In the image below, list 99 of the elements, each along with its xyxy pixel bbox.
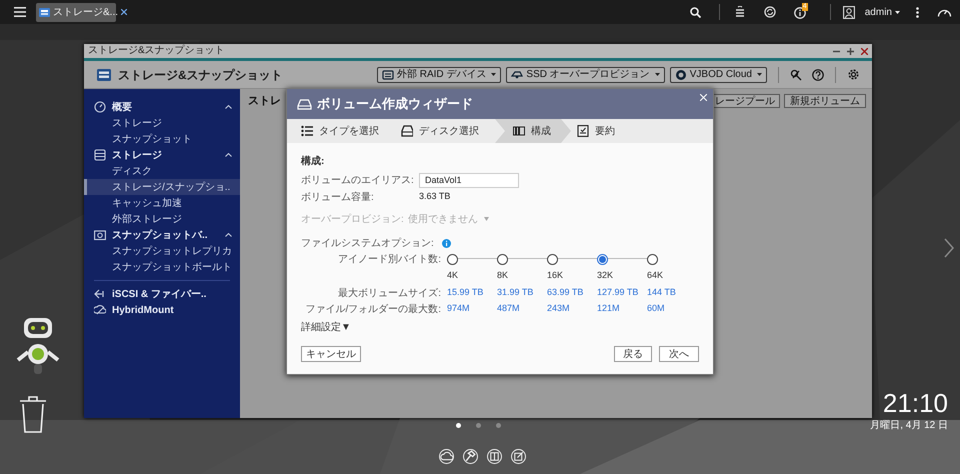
radio-button[interactable] bbox=[547, 254, 558, 264]
sync-icon[interactable] bbox=[764, 6, 776, 18]
hammer-icon[interactable] bbox=[463, 449, 478, 464]
clock-date: 月曜日, 4月 12 日 bbox=[870, 419, 948, 433]
wizard-step[interactable]: 構成 bbox=[495, 119, 571, 143]
cloud-icon bbox=[94, 304, 106, 316]
field-label: ボリュームのエイリアス: bbox=[301, 174, 415, 188]
sidebar-item[interactable]: スナップショットボールト bbox=[84, 259, 240, 275]
max-volume-value: 63.99 TB bbox=[547, 286, 584, 300]
option-label: 16K bbox=[547, 269, 564, 282]
close-icon[interactable] bbox=[861, 48, 868, 54]
caret-icon bbox=[491, 73, 496, 76]
field-label: ファイル/フォルダーの最大数: bbox=[305, 302, 441, 316]
field-label: 最大ボリュームサイズ: bbox=[338, 286, 441, 300]
toolbar-dropdown[interactable]: 外部 RAID デバイス bbox=[376, 66, 502, 82]
cancel-button[interactable]: キャンセル bbox=[301, 346, 361, 362]
edit-icon[interactable] bbox=[511, 449, 526, 464]
help-icon[interactable] bbox=[812, 68, 824, 80]
caret-icon bbox=[895, 10, 900, 14]
trash-icon[interactable] bbox=[18, 394, 48, 434]
wizard-step[interactable]: 要約 bbox=[571, 119, 631, 143]
max-files-value: 487M bbox=[497, 302, 521, 316]
menu-icon[interactable] bbox=[14, 7, 26, 17]
sidebar-group[interactable]: HybridMount bbox=[84, 302, 240, 318]
option-label: 4K bbox=[447, 269, 460, 282]
sidebar-item[interactable]: スナップショット bbox=[84, 131, 240, 147]
back-button[interactable]: 戻る bbox=[614, 346, 652, 362]
arrow-icon bbox=[94, 288, 106, 300]
max-files-value: 243M bbox=[547, 302, 571, 316]
tab-label: ストレージ&... bbox=[53, 6, 118, 20]
max-volume-value: 31.99 TB bbox=[497, 286, 534, 300]
sidebar-item[interactable]: ディスク bbox=[84, 163, 240, 179]
window-title: ストレージ&スナップショット bbox=[88, 45, 225, 57]
sidebar-group[interactable]: 概要 bbox=[84, 99, 240, 115]
field-label: オーバープロビジョン: bbox=[301, 212, 404, 226]
radio-button[interactable] bbox=[447, 254, 458, 264]
gauge-icon bbox=[94, 101, 106, 113]
wizard-step[interactable]: タイプを選択 bbox=[295, 119, 395, 143]
more-icon[interactable] bbox=[916, 6, 919, 18]
sidebar-item[interactable]: ストレージ bbox=[84, 115, 240, 131]
alias-input[interactable]: DataVol1 bbox=[419, 172, 519, 188]
document-icon bbox=[577, 125, 589, 137]
maximize-icon[interactable] bbox=[847, 48, 854, 54]
radio-button[interactable] bbox=[497, 254, 508, 264]
sidebar-item[interactable]: スナップショットレプリカ bbox=[84, 243, 240, 259]
info-icon[interactable] bbox=[794, 7, 806, 19]
tools-icon[interactable] bbox=[790, 68, 802, 80]
sidebar-item[interactable]: キャッシュ加速 bbox=[84, 195, 240, 211]
disc-icon bbox=[674, 68, 687, 80]
option-label: 32K bbox=[597, 269, 614, 282]
cloud-icon[interactable] bbox=[439, 449, 454, 464]
sidebar-item[interactable]: ストレージ/スナップショ.. bbox=[84, 179, 240, 195]
bars-icon bbox=[513, 125, 525, 137]
toolbar-dropdown[interactable]: VJBOD Cloud bbox=[670, 66, 767, 82]
page-indicator[interactable] bbox=[456, 423, 461, 428]
book-icon[interactable] bbox=[487, 449, 502, 464]
option-label: 64K bbox=[647, 269, 664, 282]
next-button[interactable]: 次へ bbox=[659, 346, 699, 362]
user-icon[interactable] bbox=[842, 6, 855, 18]
caret-icon bbox=[757, 73, 762, 76]
camera-icon bbox=[94, 229, 106, 241]
advanced-settings-link[interactable]: 詳細設定▼ bbox=[301, 320, 351, 334]
sidebar-item[interactable]: 外部ストレージ bbox=[84, 211, 240, 227]
max-files-value: 974M bbox=[447, 302, 471, 316]
list-icon bbox=[301, 125, 313, 137]
toolbar-button[interactable]: 新規ボリューム bbox=[784, 94, 866, 108]
max-files-value: 60M bbox=[647, 302, 666, 316]
max-volume-value: 127.99 TB bbox=[597, 286, 640, 300]
page-heading: ストレ bbox=[248, 94, 281, 109]
settings-icon[interactable] bbox=[847, 68, 860, 81]
field-label: ファイルシステムオプション: bbox=[301, 236, 434, 250]
stack-icon[interactable] bbox=[734, 6, 746, 18]
sidebar-group[interactable]: iSCSI & ファイバー.. bbox=[84, 286, 240, 302]
next-page-icon[interactable] bbox=[944, 238, 954, 258]
field-label: ボリューム容量: bbox=[301, 190, 375, 204]
max-volume-value: 144 TB bbox=[647, 286, 677, 300]
radio-button[interactable] bbox=[647, 254, 658, 264]
storage-app-icon bbox=[39, 6, 50, 18]
user-menu-button[interactable]: admin bbox=[864, 4, 900, 20]
caret-icon bbox=[484, 217, 489, 221]
clock-time: 21:10 bbox=[882, 388, 948, 418]
toolbar-dropdown[interactable]: SSD オーバープロビジョン bbox=[506, 66, 665, 82]
caret-icon bbox=[654, 73, 660, 76]
section-label: 構成: bbox=[301, 154, 326, 168]
field-label: アイノード別バイト数: bbox=[338, 252, 441, 266]
capacity-value: 3.63 TB bbox=[419, 190, 450, 204]
storage-icon bbox=[94, 149, 106, 161]
wizard-step[interactable]: ディスク選択 bbox=[395, 119, 495, 143]
max-files-value: 121M bbox=[597, 302, 621, 316]
dialog-title: ボリューム作成ウィザード bbox=[317, 95, 473, 114]
storage-app-icon bbox=[96, 66, 112, 82]
close-icon[interactable] bbox=[121, 9, 128, 15]
sidebar-group[interactable]: スナップショットバ.. bbox=[84, 227, 240, 243]
app-title: ストレージ&スナップショット bbox=[118, 66, 283, 84]
radio-button[interactable] bbox=[597, 254, 608, 264]
max-volume-value: 15.99 TB bbox=[447, 286, 484, 300]
option-label: 8K bbox=[497, 269, 510, 282]
search-icon[interactable] bbox=[690, 6, 701, 18]
sidebar-group[interactable]: ストレージ bbox=[84, 147, 240, 163]
